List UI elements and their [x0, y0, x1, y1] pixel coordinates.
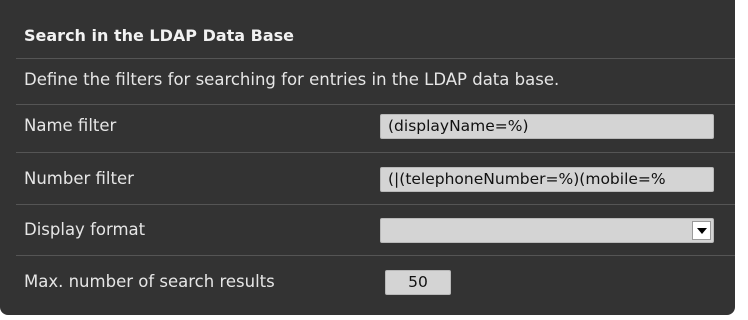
description-divider	[16, 104, 735, 105]
number-filter-divider	[16, 204, 735, 205]
name-filter-label: Name filter	[24, 116, 117, 135]
section-title: Search in the LDAP Data Base	[24, 26, 295, 45]
max-results-label: Max. number of search results	[24, 272, 275, 291]
chevron-down-icon[interactable]	[692, 221, 711, 240]
max-results-input[interactable]: 50	[385, 270, 451, 295]
number-filter-label: Number filter	[24, 169, 134, 188]
name-filter-divider	[16, 152, 735, 153]
name-filter-input[interactable]: (displayName=%)	[380, 114, 714, 139]
display-format-select[interactable]	[380, 218, 714, 243]
title-divider	[16, 58, 735, 59]
display-format-divider	[16, 255, 735, 256]
number-filter-input[interactable]: (|(telephoneNumber=%)(mobile=%	[380, 167, 714, 192]
section-description: Define the filters for searching for ent…	[24, 70, 560, 89]
ldap-search-panel: Search in the LDAP Data Base Define the …	[0, 0, 735, 315]
display-format-label: Display format	[24, 220, 146, 239]
